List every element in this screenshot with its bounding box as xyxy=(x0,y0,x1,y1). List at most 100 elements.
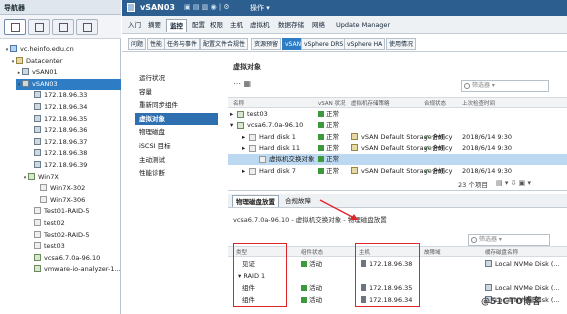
tab-9[interactable]: Update Manager xyxy=(333,19,393,32)
tree-item[interactable]: ▾ vSAN03 xyxy=(16,78,121,90)
tree-item[interactable]: ▸ vSAN01 xyxy=(16,67,121,78)
tree-item-label: 172.18.96.37 xyxy=(44,137,88,146)
tree-item[interactable]: Win7X-302 xyxy=(34,183,121,194)
tree-item[interactable]: ▾ Datacenter xyxy=(10,56,121,67)
hosts-clusters-tab[interactable] xyxy=(4,19,26,35)
subtab-4[interactable]: 资源预留 xyxy=(251,38,282,50)
row-toggle-icon[interactable]: ▸ xyxy=(242,143,245,154)
side-menu-item[interactable]: 性能诊断 xyxy=(139,167,219,179)
tree-item[interactable]: 172.18.96.38 xyxy=(28,148,121,159)
check-icon: ✔ xyxy=(424,143,432,152)
table-row[interactable]: ▸ Hard disk 11 正常 vSAN Default Storage Poli… xyxy=(228,143,567,154)
vsan-side-menu: 运行状况容量 重新同步组件 虚拟对象 物理磁盘 iSCSI 目标 主动测试 性能诊断 xyxy=(122,62,222,314)
tab-2[interactable]: 监控 xyxy=(166,19,187,32)
vm-icon xyxy=(237,111,244,118)
vms-templates-tab[interactable] xyxy=(28,19,50,35)
vmoff-icon xyxy=(34,230,41,238)
table-row[interactable]: ▸ test03 正常 xyxy=(228,109,567,120)
status-text: 正常 xyxy=(326,143,339,152)
placement-tab[interactable]: 合规故障 xyxy=(282,195,314,207)
tab-4[interactable]: 权限 xyxy=(207,19,226,32)
policy-icon xyxy=(351,132,358,140)
tree-item-label: 172.18.96.34 xyxy=(44,103,88,111)
objects-toolbar-icons[interactable]: ⋯ ▦ xyxy=(233,79,251,88)
vm-icon xyxy=(35,23,44,32)
side-menu-item[interactable]: 虚拟对象 xyxy=(135,112,218,125)
network-tab[interactable] xyxy=(76,19,98,35)
subtab-0[interactable]: 问题 xyxy=(128,38,147,50)
tree-item[interactable]: 172.18.96.33 xyxy=(28,90,121,101)
tree-item[interactable]: ▾ Win7X xyxy=(22,172,121,183)
last-checked: 2018/6/14 9:30 xyxy=(462,132,512,141)
objects-filter[interactable]: 筛选器 ▾ xyxy=(461,80,549,92)
tree-item-label: 172.18.96.33 xyxy=(44,91,88,100)
subtab-3[interactable]: 配置文件合规性 xyxy=(200,38,249,50)
search-icon xyxy=(464,83,470,89)
host-icon xyxy=(22,68,29,76)
tree-item[interactable]: 172.18.96.37 xyxy=(28,137,121,148)
tree-item-label: Test01-RAID-5 xyxy=(44,207,90,216)
storage-tab[interactable] xyxy=(52,19,74,35)
host-icon xyxy=(34,114,41,122)
host-highlight-box xyxy=(355,243,420,307)
host-icon xyxy=(34,161,41,168)
placement-tab[interactable]: 物理磁盘放置 xyxy=(232,195,279,207)
compliance-status: ✔ 合规 xyxy=(424,166,445,177)
side-menu-item[interactable]: 运行状况 xyxy=(139,72,219,84)
table-row[interactable]: ▸ Hard disk 7 正常 vSAN Default Storage Polic… xyxy=(228,166,567,177)
row-toggle-icon[interactable]: ▸ xyxy=(242,132,245,143)
tree-item[interactable]: 172.18.96.39 xyxy=(28,160,121,171)
tab-3[interactable]: 配置 xyxy=(189,19,208,32)
compliance-text: 合规 xyxy=(431,166,445,175)
tree-item[interactable]: 172.18.96.36 xyxy=(28,125,121,136)
table-row[interactable]: ▾ vcsa6.7.0a-96.10 正常 xyxy=(228,120,567,131)
tab-7[interactable]: 数据存储 xyxy=(275,19,307,32)
tab-6[interactable]: 虚拟机 xyxy=(247,19,273,32)
side-menu-item[interactable]: 主动测试 xyxy=(139,154,219,166)
tree-item[interactable]: ▾ vc.heinfo.edu.cn xyxy=(4,44,121,55)
ok-status-icon xyxy=(318,167,324,174)
disk-text: Local NVMe Disk (... xyxy=(495,260,560,268)
tab-1[interactable]: 摘要 xyxy=(145,19,164,32)
header-action-icons[interactable]: ▣ ▤ ▥ ◉ | ⚙ xyxy=(184,3,230,11)
side-menu-item[interactable]: 重新同步组件 xyxy=(139,99,219,111)
tree-item[interactable]: 172.18.96.35 xyxy=(28,114,121,125)
export-icons[interactable]: ▤ ▾ ⇩ ▣ ▾ xyxy=(496,179,531,187)
subtab-7[interactable]: vSphere HA xyxy=(344,38,386,50)
side-menu-item[interactable]: 物理磁盘 xyxy=(139,126,219,138)
subtab-8[interactable]: 使用情况 xyxy=(386,38,417,50)
side-menu-item[interactable]: 容量 xyxy=(139,86,219,98)
subtab-2[interactable]: 任务与事件 xyxy=(164,38,201,50)
tree-item[interactable]: vmware-io-analyzer-1... xyxy=(28,264,121,275)
row-toggle-icon[interactable]: ▸ xyxy=(230,109,233,120)
table-row[interactable]: 虚拟机交换对象 正常 xyxy=(228,154,567,166)
ok-status-icon xyxy=(318,111,324,117)
column-header[interactable]: 缓存磁盘名称 xyxy=(485,248,518,259)
row-toggle-icon[interactable]: ▾ xyxy=(230,120,233,131)
tree-item[interactable]: Test01-RAID-5 xyxy=(28,206,121,217)
tab-0[interactable]: 入门 xyxy=(125,19,144,32)
subtab-6[interactable]: vSphere DRS xyxy=(301,38,347,50)
tree-item[interactable]: 172.18.96.34 xyxy=(28,102,121,113)
tree-item[interactable]: Win7X-306 xyxy=(34,195,121,206)
tree-item[interactable]: test03 xyxy=(28,241,121,252)
ok-status-icon xyxy=(301,297,307,303)
object-name: test03 xyxy=(247,110,268,118)
object-name: Hard disk 1 xyxy=(259,132,296,141)
tree-item[interactable]: Test02-RAID-5 xyxy=(28,230,121,241)
tree-item-label: 172.18.96.38 xyxy=(44,149,88,158)
side-menu-item[interactable]: iSCSI 目标 xyxy=(139,140,219,152)
state-text: 活动 xyxy=(309,260,322,268)
column-header[interactable]: 故障域 xyxy=(424,248,441,259)
splitter[interactable] xyxy=(228,190,567,191)
tab-8[interactable]: 网络 xyxy=(309,19,328,32)
row-toggle-icon[interactable]: ▸ xyxy=(242,166,245,177)
column-header[interactable]: 组件状态 xyxy=(301,248,323,259)
placement-filter[interactable]: 筛选器 ▾ xyxy=(468,234,550,246)
tab-5[interactable]: 主机 xyxy=(227,19,246,32)
tree-item[interactable]: test02 xyxy=(28,218,121,229)
table-row[interactable]: ▸ Hard disk 1 正常 vSAN Default Storage Polic… xyxy=(228,132,567,143)
subtab-1[interactable]: 性能 xyxy=(147,38,166,50)
tree-item[interactable]: vcsa6.7.0a-96.10 xyxy=(28,253,121,264)
actions-menu[interactable]: 操作 ▾ xyxy=(250,3,270,13)
